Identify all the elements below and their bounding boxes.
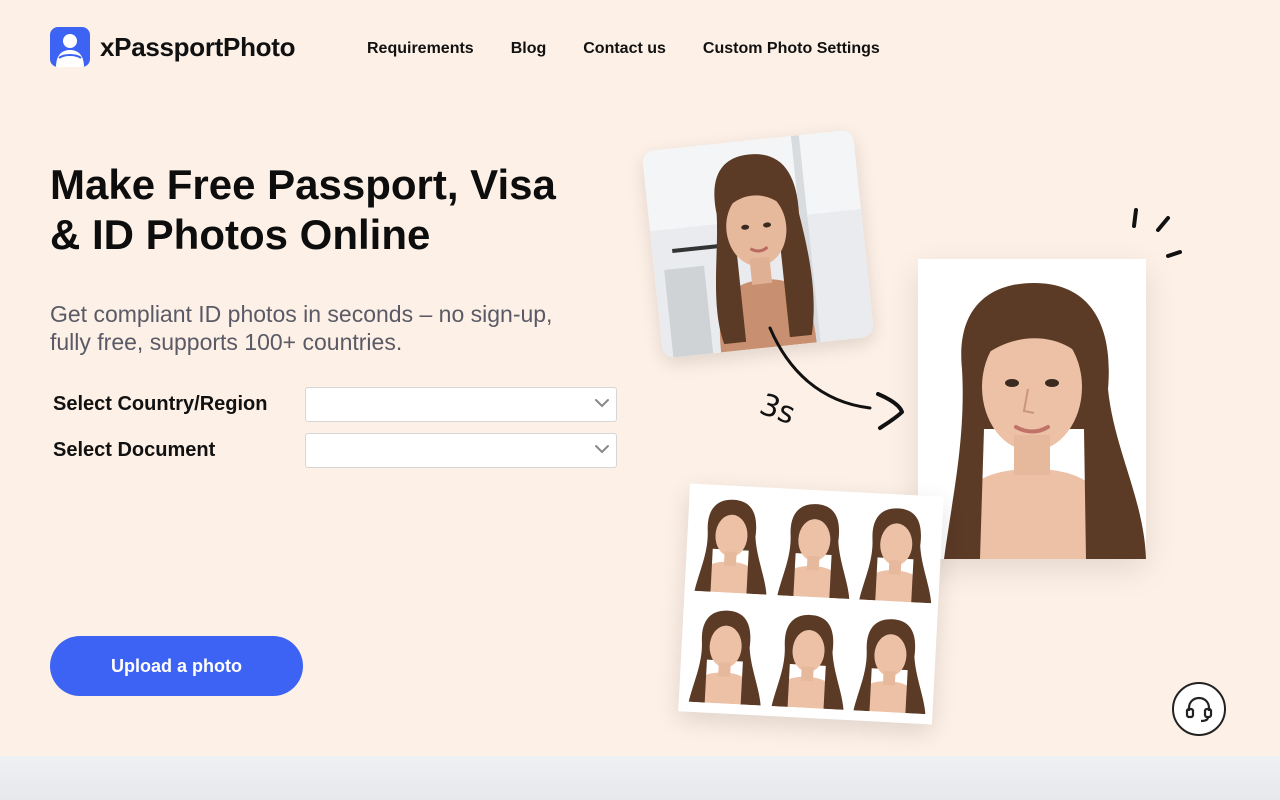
nav-blog[interactable]: Blog xyxy=(511,40,547,58)
sheet-thumbnail xyxy=(684,600,767,710)
person-avatar-icon xyxy=(50,27,90,67)
page-subtitle-line-1: Get compliant ID photos in seconds – no … xyxy=(50,301,553,327)
sheet-thumbnail xyxy=(849,609,932,719)
document-select[interactable] xyxy=(305,432,617,468)
chevron-down-icon xyxy=(595,398,609,407)
support-chat-button[interactable] xyxy=(1172,682,1226,736)
page-title-line-2: & ID Photos Online xyxy=(50,211,431,258)
page-subtitle: Get compliant ID photos in seconds – no … xyxy=(50,300,610,356)
headset-icon xyxy=(1185,696,1213,723)
upload-photo-button[interactable]: Upload a photo xyxy=(50,636,303,696)
process-arrow-icon: 3s xyxy=(755,208,1182,432)
page-title-line-1: Make Free Passport, Visa xyxy=(50,161,556,208)
country-row: Select Country/Region xyxy=(53,386,618,422)
country-label: Select Country/Region xyxy=(53,392,268,415)
logo-link[interactable]: xPassportPhoto xyxy=(50,27,295,67)
country-select[interactable] xyxy=(305,386,617,422)
photo-print-sheet xyxy=(678,483,944,725)
site-header: xPassportPhoto Requirements Blog Contact… xyxy=(0,0,1280,98)
sheet-thumbnail xyxy=(767,604,850,714)
sheet-thumbnail xyxy=(772,494,855,604)
sheet-thumbnail xyxy=(690,489,773,599)
page-subtitle-line-2: fully free, supports 100+ countries. xyxy=(50,329,403,355)
nav-requirements[interactable]: Requirements xyxy=(367,40,474,58)
timer-text: 3s xyxy=(755,387,800,432)
document-label: Select Document xyxy=(53,438,216,461)
chevron-down-icon xyxy=(595,444,609,453)
nav-custom-photo-settings[interactable]: Custom Photo Settings xyxy=(703,40,880,58)
footer-band xyxy=(0,756,1280,800)
page-title: Make Free Passport, Visa & ID Photos Onl… xyxy=(50,160,630,260)
brand-name: xPassportPhoto xyxy=(100,31,296,62)
main-nav: Requirements Blog Contact us Custom Phot… xyxy=(367,40,880,58)
nav-contact-us[interactable]: Contact us xyxy=(583,40,666,58)
document-row: Select Document xyxy=(53,432,618,468)
sheet-thumbnail xyxy=(855,498,938,608)
